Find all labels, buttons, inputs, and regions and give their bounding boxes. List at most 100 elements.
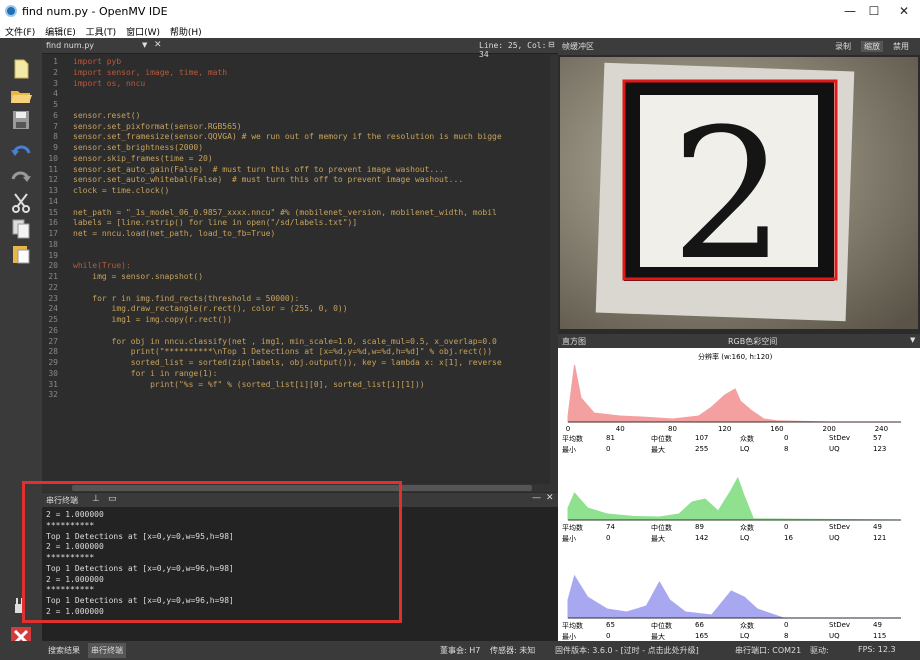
window-title: find num.py - OpenMV IDE: [22, 5, 168, 18]
chevron-down-icon[interactable]: ▼: [910, 336, 915, 344]
line-number: 7: [53, 121, 58, 131]
x-tick-label: 40: [616, 425, 625, 433]
x-tick-label: 120: [718, 425, 731, 433]
code-editor: find num.py ▼ ✕ Line: 25, Col: 34 ⊟ 1 imp…: [42, 38, 558, 492]
code-line: while(True):: [73, 261, 131, 271]
zoom-button[interactable]: 缩放: [861, 41, 883, 52]
redo-icon[interactable]: [9, 167, 33, 189]
maximize-button[interactable]: ☐: [860, 2, 888, 20]
stat-value: 0: [606, 534, 611, 542]
code-line: sensor.set_framesize(sensor.QQVGA) # we …: [73, 132, 502, 142]
line-number: 32: [48, 390, 58, 400]
line-number: 20: [48, 261, 58, 271]
stat-label: 平均数: [562, 622, 583, 630]
stat-value: 0: [784, 434, 789, 442]
framebuffer-header: 帧缓冲区 录制 缩放 禁用: [558, 38, 920, 55]
save-icon[interactable]: [9, 109, 33, 131]
stat-value: 107: [695, 434, 709, 442]
x-tick-label: 200: [822, 425, 835, 433]
new-file-icon[interactable]: [9, 58, 33, 80]
menu-edit[interactable]: 编辑(E): [45, 25, 78, 38]
paste-icon[interactable]: [9, 243, 33, 265]
stat-label: 最小: [562, 446, 576, 454]
code-line: net_path = "_1s_model_06_0.9857_xxxx.nnc…: [73, 207, 497, 217]
line-number: 5: [53, 100, 58, 109]
menu-bar: 文件(F) 编辑(E) 工具(T) 窗口(W) 帮助(H): [0, 23, 920, 38]
menu-file[interactable]: 文件(F): [5, 25, 37, 38]
stat-value: 123: [873, 445, 887, 453]
stat-value: 0: [784, 523, 789, 531]
tab-search-results[interactable]: 搜索结果: [48, 645, 80, 656]
line-number: 10: [48, 153, 58, 163]
stat-label: 最大: [651, 535, 665, 543]
menu-tools[interactable]: 工具(T): [86, 25, 119, 38]
port-status: 串行端口: COM21: [735, 646, 802, 655]
status-bar: 搜索结果 串行终端 董事会: H7 传感器: 未知 固件版本: 3.6.0 - …: [0, 641, 920, 660]
code-line: for i in range(1):: [73, 368, 218, 378]
stat-value: 142: [695, 534, 709, 542]
undo-icon[interactable]: [9, 141, 33, 163]
stat-value: 0: [606, 632, 611, 640]
stat-label: StDev: [829, 621, 851, 629]
stat-label: 众数: [740, 622, 754, 630]
stat-label: UQ: [829, 534, 840, 542]
line-number: 21: [48, 272, 58, 281]
line-number: 25: [48, 315, 58, 324]
line-number: 28: [48, 347, 58, 357]
line-number: 18: [48, 239, 58, 249]
line-number: 11: [48, 164, 58, 174]
line-number: 24: [48, 304, 58, 314]
copy-icon[interactable]: [9, 218, 33, 240]
sensor-status: 传感器: 未知: [490, 646, 536, 655]
close-pane-icon[interactable]: ✕: [546, 493, 554, 503]
code-line: sensor.set_pixformat(sensor.RGB565): [73, 121, 242, 131]
record-button[interactable]: 录制: [832, 41, 854, 52]
firmware-status[interactable]: 固件版本: 3.6.0 - [过时 - 点击此处升级]: [555, 645, 699, 656]
tab-serial-terminal[interactable]: 串行终端: [88, 643, 126, 658]
code-line: img = sensor.snapshot(): [73, 272, 204, 281]
disable-button[interactable]: 禁用: [890, 41, 912, 52]
minimize-pane-icon[interactable]: —: [532, 493, 541, 503]
line-number: 29: [48, 358, 58, 367]
line-number: 2: [53, 67, 58, 77]
stat-label: 中位数: [651, 435, 672, 443]
x-tick-label: 80: [668, 425, 677, 433]
stat-label: 众数: [740, 524, 754, 532]
split-icon[interactable]: ⊟: [548, 40, 555, 49]
line-number: 14: [48, 196, 58, 206]
tab-find-num[interactable]: find num.py: [46, 41, 94, 50]
stat-label: StDev: [829, 434, 851, 442]
stat-value: 165: [695, 632, 709, 640]
menu-window[interactable]: 窗口(W): [126, 25, 162, 38]
line-number: 30: [48, 368, 58, 378]
histogram-area: [567, 574, 901, 619]
code-line: for r in img.find_rects(threshold = 5000…: [73, 293, 300, 303]
code-line: sensor.set_auto_gain(False) # must turn …: [73, 164, 444, 174]
code-line: import sensor, image, time, math: [73, 67, 228, 77]
colorspace-select[interactable]: RGB色彩空间: [728, 336, 777, 347]
stat-value: 81: [606, 434, 615, 442]
stat-value: 0: [606, 445, 611, 453]
open-folder-icon[interactable]: [9, 84, 33, 106]
stat-label: StDev: [829, 523, 851, 531]
highlight-annotation-box: [22, 481, 402, 623]
code-area[interactable]: 1 import pyb 2 import sensor, image, time, …: [42, 55, 550, 492]
editor-vertical-scrollbar[interactable]: [550, 55, 558, 492]
x-tick-label: 240: [875, 425, 888, 433]
digit-two: 2: [671, 91, 786, 300]
stat-value: 121: [873, 534, 887, 542]
chevron-down-icon[interactable]: ▼: [142, 41, 152, 51]
histogram-header: 直方图 RGB色彩空间 ▼: [558, 334, 920, 348]
stat-label: LQ: [740, 632, 750, 640]
menu-help[interactable]: 帮助(H): [170, 25, 204, 38]
stat-value: 65: [606, 621, 615, 629]
code-line: sensor.set_auto_whitebal(False) # must t…: [73, 175, 464, 185]
close-tab-icon[interactable]: ✕: [154, 40, 164, 50]
cut-icon[interactable]: [9, 192, 33, 214]
close-button[interactable]: ✕: [890, 2, 918, 20]
line-number: 3: [53, 78, 58, 88]
line-number: 16: [48, 218, 58, 228]
code-line: print("**********\nTop 1 Detections at […: [73, 347, 493, 357]
histogram-area: [567, 364, 901, 423]
stat-value: 0: [784, 621, 789, 629]
